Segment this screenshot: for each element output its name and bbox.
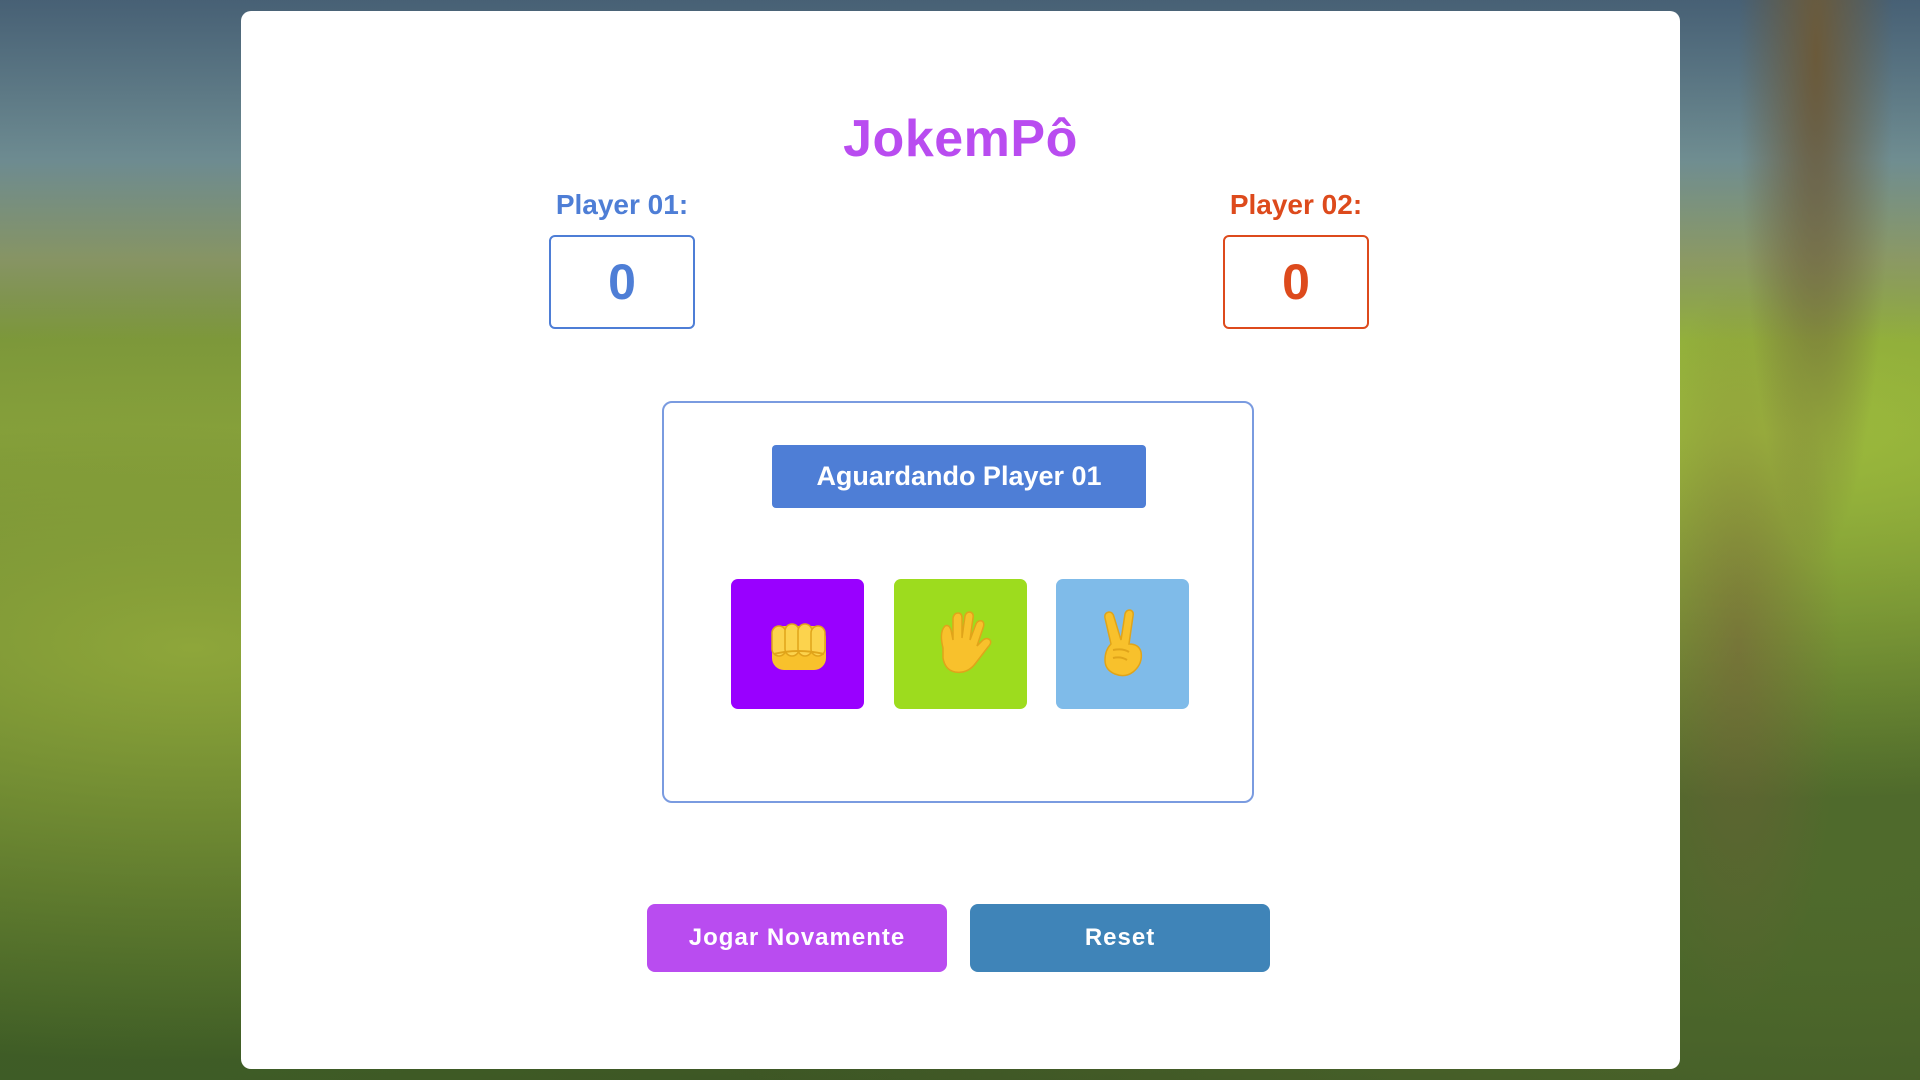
rock-button[interactable] [731, 579, 864, 709]
scissors-button[interactable] [1056, 579, 1189, 709]
paper-button[interactable] [894, 579, 1027, 709]
game-title: JokemPô [843, 110, 1078, 168]
fist-icon [770, 623, 826, 670]
player-02-panel: Player 02: 0 [1223, 185, 1369, 329]
game-board: Aguardando Player 01 [662, 401, 1254, 803]
player-01-label: Player 01: [555, 189, 689, 220]
reset-button[interactable]: Reset [970, 904, 1270, 972]
player-02-label: Player 02: [1229, 189, 1363, 220]
player-02-score: 0 [1223, 235, 1369, 329]
status-badge: Aguardando Player 01 [772, 445, 1146, 508]
player-01-panel: Player 01: 0 [549, 185, 695, 329]
open-hand-icon [940, 611, 991, 674]
background-rock [1660, 0, 1920, 1080]
victory-hand-icon [1103, 609, 1142, 677]
play-again-button[interactable]: Jogar Novamente [647, 904, 947, 972]
player-01-score: 0 [549, 235, 695, 329]
game-card: JokemPô Player 01: 0 Player 02: 0 Aguard… [241, 11, 1680, 1069]
